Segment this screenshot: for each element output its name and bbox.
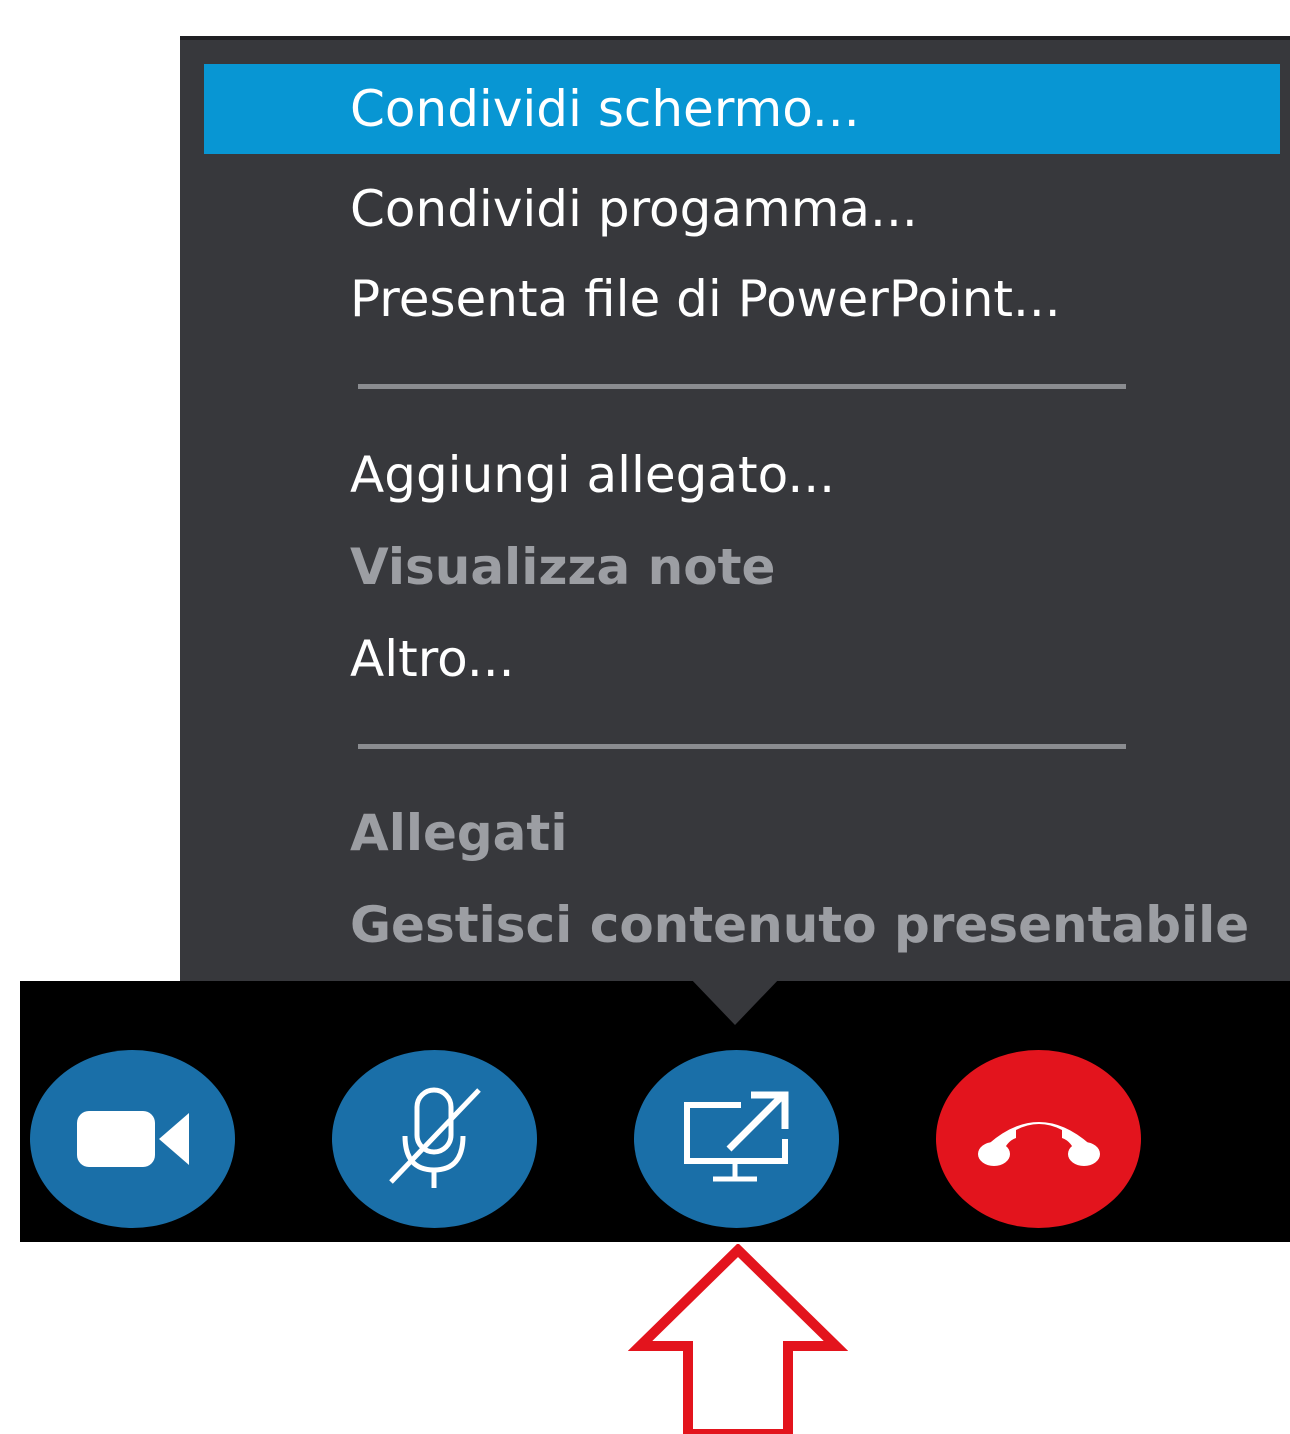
video-camera-button[interactable] [30,1050,235,1228]
menu-separator [358,744,1126,749]
menu-item-view-notes: Visualizza note [350,538,776,596]
hang-up-button[interactable] [936,1050,1141,1228]
share-content-menu: Condividi schermo... Condividi progamma.… [180,36,1290,992]
menu-item-share-program[interactable]: Condividi progamma... [350,164,918,254]
menu-item-attachments: Allegati [350,804,568,862]
video-camera-icon [76,1111,189,1167]
menu-separator [358,384,1126,389]
menu-item-manage-presentable-content: Gestisci contenuto presentabile [350,896,1250,954]
menu-pointer [689,977,781,1025]
menu-item-share-screen[interactable]: Condividi schermo... [204,64,1280,154]
menu-item-add-attachment[interactable]: Aggiungi allegato... [350,430,835,520]
red-up-arrow-annotation-icon [628,1244,848,1434]
microphone-muted-icon [388,1087,481,1188]
menu-item-present-powerpoint[interactable]: Presenta file di PowerPoint... [350,254,1061,344]
mute-microphone-button[interactable] [332,1050,537,1228]
hang-up-phone-icon [977,1122,1100,1166]
share-screen-button[interactable] [634,1050,839,1228]
share-screen-icon [683,1091,788,1182]
menu-item-more[interactable]: Altro... [350,614,515,704]
